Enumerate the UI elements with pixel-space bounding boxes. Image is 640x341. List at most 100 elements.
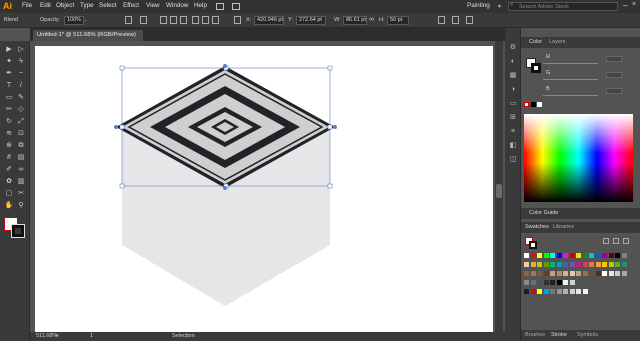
swatch[interactable] — [556, 262, 562, 267]
swatch[interactable] — [589, 271, 594, 276]
swatch[interactable] — [615, 262, 620, 267]
white-swatch[interactable] — [537, 102, 542, 107]
align-panel-icon[interactable]: ≡ — [509, 128, 517, 136]
swatch[interactable] — [550, 262, 555, 267]
layers-panel-icon[interactable]: ◫ — [509, 156, 517, 164]
swatch[interactable] — [595, 262, 601, 267]
tab-libraries[interactable]: Libraries — [553, 224, 574, 230]
swatch[interactable] — [524, 289, 529, 294]
large-thumbnail-icon[interactable] — [623, 238, 629, 244]
swatch[interactable] — [576, 262, 581, 267]
swatch[interactable] — [608, 253, 614, 258]
transform-panel-icon[interactable]: ⊞ — [509, 114, 517, 122]
swatch[interactable] — [621, 271, 627, 276]
swatch[interactable] — [550, 253, 555, 258]
swatch[interactable] — [615, 253, 620, 258]
g-slider[interactable] — [543, 79, 598, 80]
r-value-field[interactable] — [606, 56, 622, 62]
swatch[interactable] — [563, 262, 568, 267]
swatch[interactable] — [556, 271, 562, 276]
r-slider[interactable] — [543, 63, 598, 64]
swatch[interactable] — [537, 280, 542, 285]
tab-color[interactable]: Color — [529, 39, 542, 45]
swatch[interactable] — [621, 253, 627, 258]
swatch[interactable] — [550, 271, 555, 276]
swatch[interactable] — [569, 280, 575, 285]
swatch[interactable] — [569, 289, 575, 294]
swatch[interactable] — [615, 271, 620, 276]
swatch[interactable] — [530, 280, 536, 285]
swatch[interactable] — [543, 280, 549, 285]
pathfinder-icon[interactable]: ◧ — [509, 142, 517, 150]
swatch[interactable] — [530, 253, 536, 258]
graphic-styles-icon[interactable]: ▦ — [509, 72, 517, 80]
properties-icon[interactable]: ⚙ — [509, 44, 517, 52]
tab-color-guide[interactable]: Color Guide — [529, 210, 558, 216]
b-slider[interactable] — [543, 95, 598, 96]
thumbnail-view-icon[interactable] — [613, 238, 619, 244]
gradient-icon[interactable]: ▭ — [509, 100, 517, 108]
swatch[interactable] — [595, 271, 601, 276]
swatch[interactable] — [543, 262, 549, 267]
swatch[interactable] — [556, 289, 562, 294]
scrollbar-thumb[interactable] — [496, 184, 502, 198]
swatch[interactable] — [608, 271, 614, 276]
swatch[interactable] — [563, 280, 568, 285]
swatch[interactable] — [563, 253, 568, 258]
swatch[interactable] — [543, 271, 549, 276]
tab-brushes[interactable]: Brushes — [525, 332, 545, 338]
swatch[interactable] — [569, 262, 575, 267]
swatch[interactable] — [550, 280, 555, 285]
swatch[interactable] — [621, 262, 627, 267]
swatch[interactable] — [524, 280, 529, 285]
none-swatch[interactable] — [524, 102, 529, 107]
swatch[interactable] — [524, 253, 529, 258]
swatch[interactable] — [556, 253, 562, 258]
swatch[interactable] — [563, 271, 568, 276]
transparency-icon[interactable]: ◑ — [509, 86, 517, 94]
swatch[interactable] — [589, 253, 594, 258]
swatch[interactable] — [537, 262, 542, 267]
stroke-swatch[interactable] — [531, 63, 541, 73]
tab-swatches[interactable]: Swatches — [525, 224, 549, 230]
swatch[interactable] — [524, 262, 529, 267]
swatch[interactable] — [569, 253, 575, 258]
g-value-field[interactable] — [606, 72, 622, 78]
swatch[interactable] — [576, 271, 581, 276]
chevron-down-icon[interactable]: ▾ — [56, 333, 59, 339]
swatch[interactable] — [582, 262, 588, 267]
swatch[interactable] — [556, 280, 562, 285]
swatch[interactable] — [569, 271, 575, 276]
tab-layers[interactable]: Layers — [549, 39, 566, 45]
swatch[interactable] — [530, 262, 536, 267]
swatch[interactable] — [543, 253, 549, 258]
swatch[interactable] — [602, 271, 607, 276]
swatch[interactable] — [589, 262, 594, 267]
tab-stroke[interactable]: Stroke — [551, 332, 567, 338]
tab-symbols[interactable]: Symbols — [577, 332, 598, 338]
swatch[interactable] — [537, 271, 542, 276]
swatch[interactable] — [543, 289, 549, 294]
swatch[interactable] — [576, 289, 581, 294]
page-number[interactable]: 1 — [90, 333, 93, 339]
swatch[interactable] — [576, 253, 581, 258]
appearance-icon[interactable]: ◐ — [509, 58, 517, 66]
swatch[interactable] — [582, 271, 588, 276]
zoom-level[interactable]: 511.68% — [36, 333, 57, 339]
swatch[interactable] — [602, 262, 607, 267]
list-view-icon[interactable] — [603, 238, 609, 244]
b-value-field[interactable] — [606, 88, 622, 94]
swatch[interactable] — [537, 253, 542, 258]
color-spectrum[interactable] — [524, 114, 633, 202]
swatch[interactable] — [595, 253, 601, 258]
swatch[interactable] — [537, 289, 542, 294]
swatch[interactable] — [582, 253, 588, 258]
black-swatch[interactable] — [531, 102, 536, 107]
swatch[interactable] — [608, 262, 614, 267]
swatch[interactable] — [602, 253, 607, 258]
swatch-stroke[interactable] — [529, 241, 537, 249]
swatch[interactable] — [550, 289, 555, 294]
swatch[interactable] — [530, 271, 536, 276]
swatch[interactable] — [563, 289, 568, 294]
swatch[interactable] — [582, 289, 588, 294]
